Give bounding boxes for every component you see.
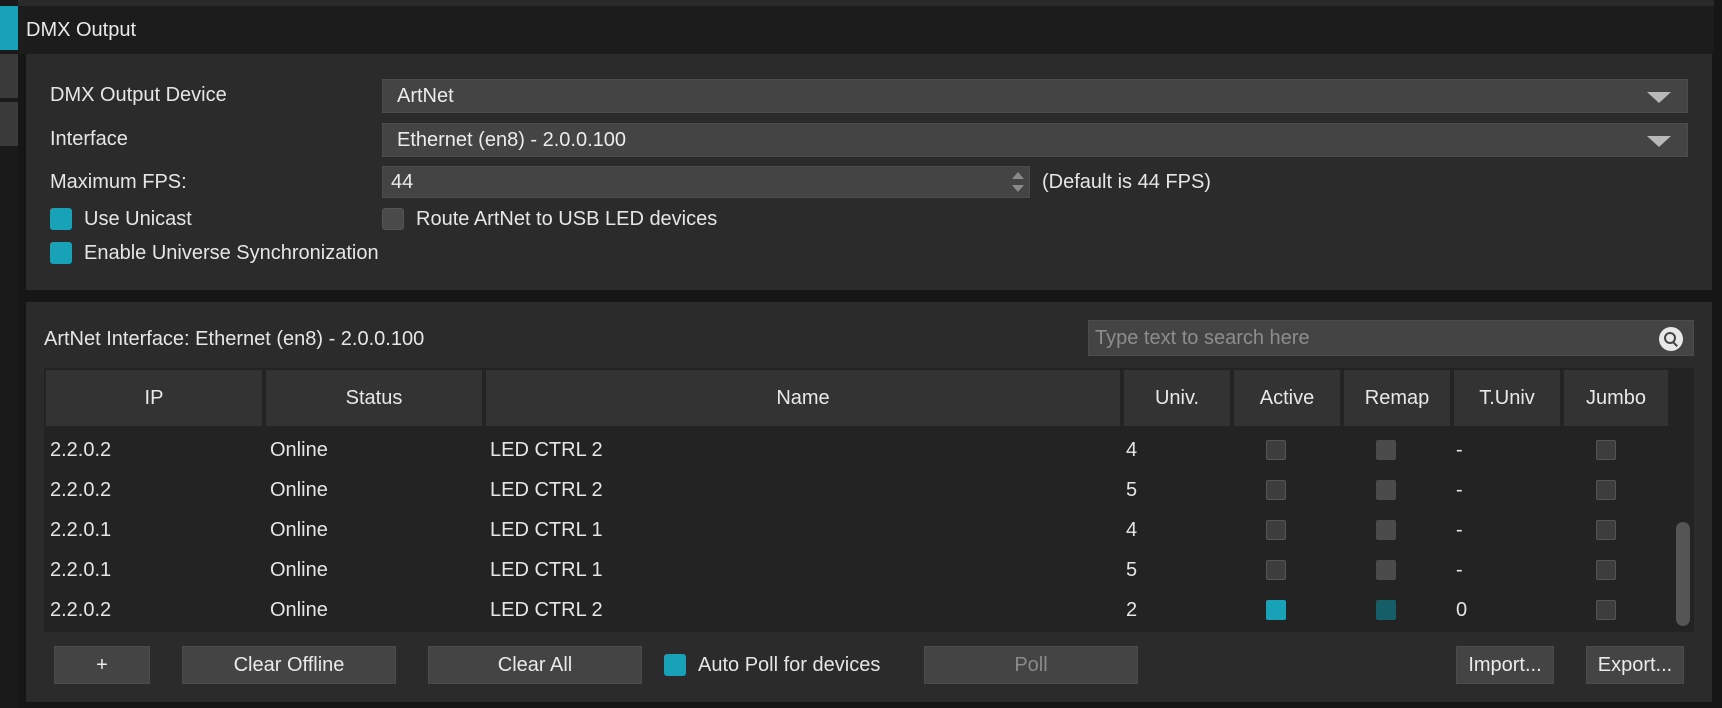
section-header[interactable]: DMX Output — [18, 6, 1714, 54]
device-value: ArtNet — [397, 84, 454, 107]
cell-status: Online — [270, 438, 328, 461]
column-header-tuniv[interactable]: T.Univ — [1454, 370, 1560, 426]
strip-tab-3[interactable] — [0, 102, 18, 148]
table-row[interactable]: 2.2.0.2 Online LED CTRL 2 2 0 — [44, 590, 1668, 630]
fps-label: Maximum FPS: — [50, 171, 187, 193]
cell-tuniv: - — [1456, 438, 1463, 461]
artnet-devices-table: IP Status Name Univ. Active Remap T.Univ… — [44, 368, 1694, 632]
strip-tab-2[interactable] — [0, 54, 18, 100]
cell-status: Online — [270, 558, 328, 581]
column-header-status[interactable]: Status — [266, 370, 482, 426]
cell-ip: 2.2.0.1 — [50, 558, 112, 581]
cell-ip: 2.2.0.2 — [50, 438, 112, 461]
cell-name: LED CTRL 1 — [490, 558, 603, 581]
chevron-down-icon — [1647, 92, 1671, 103]
route-usb-checkbox[interactable] — [382, 208, 404, 230]
cell-tuniv: - — [1456, 478, 1463, 501]
cell-univ: 5 — [1126, 478, 1138, 501]
clear-all-button[interactable]: Clear All — [428, 646, 642, 684]
cell-status: Online — [270, 518, 328, 541]
table-row[interactable]: 2.2.0.2 Online LED CTRL 2 5 - — [44, 470, 1668, 510]
use-unicast-label[interactable]: Use Unicast — [84, 208, 192, 231]
remap-checkbox[interactable] — [1376, 440, 1396, 460]
jumbo-checkbox[interactable] — [1596, 600, 1616, 620]
jumbo-checkbox[interactable] — [1596, 520, 1616, 540]
column-header-name[interactable]: Name — [486, 370, 1120, 426]
universe-sync-label[interactable]: Enable Universe Synchronization — [84, 242, 379, 265]
active-checkbox[interactable] — [1266, 520, 1286, 540]
column-header-remap[interactable]: Remap — [1344, 370, 1450, 426]
cell-name: LED CTRL 2 — [490, 438, 603, 461]
cell-ip: 2.2.0.2 — [50, 478, 112, 501]
jumbo-checkbox[interactable] — [1596, 560, 1616, 580]
cell-univ: 5 — [1126, 558, 1138, 581]
cell-univ: 2 — [1126, 598, 1138, 621]
spin-arrows-icon[interactable] — [1011, 170, 1025, 194]
fps-hint: (Default is 44 FPS) — [1042, 171, 1211, 193]
strip-tab-active[interactable] — [0, 6, 18, 52]
column-header-ip[interactable]: IP — [46, 370, 262, 426]
search-placeholder: Type text to search here — [1095, 326, 1310, 349]
auto-poll-label[interactable]: Auto Poll for devices — [698, 654, 880, 677]
remap-checkbox[interactable] — [1376, 520, 1396, 540]
cell-name: LED CTRL 1 — [490, 518, 603, 541]
table-row[interactable]: 2.2.0.1 Online LED CTRL 1 4 - — [44, 510, 1668, 550]
jumbo-checkbox[interactable] — [1596, 480, 1616, 500]
use-unicast-checkbox[interactable] — [50, 208, 72, 230]
column-header-jumbo[interactable]: Jumbo — [1564, 370, 1668, 426]
column-header-active[interactable]: Active — [1234, 370, 1340, 426]
universe-sync-checkbox[interactable] — [50, 242, 72, 264]
active-checkbox[interactable] — [1266, 480, 1286, 500]
cell-ip: 2.2.0.2 — [50, 598, 112, 621]
device-search-input[interactable]: Type text to search here — [1088, 320, 1694, 356]
spin-up-icon[interactable] — [1012, 172, 1024, 179]
jumbo-checkbox[interactable] — [1596, 440, 1616, 460]
artnet-interface-title: ArtNet Interface: Ethernet (en8) - 2.0.0… — [44, 328, 425, 350]
cell-name: LED CTRL 2 — [490, 478, 603, 501]
cell-univ: 4 — [1126, 438, 1138, 461]
import-button[interactable]: Import... — [1456, 646, 1554, 684]
route-usb-label[interactable]: Route ArtNet to USB LED devices — [416, 208, 717, 231]
export-button[interactable]: Export... — [1586, 646, 1684, 684]
table-scrollbar-thumb[interactable] — [1676, 522, 1690, 626]
table-header: IP Status Name Univ. Active Remap T.Univ… — [44, 368, 1668, 428]
device-dropdown[interactable]: ArtNet — [382, 79, 1688, 113]
search-icon[interactable] — [1659, 327, 1683, 351]
device-label: DMX Output Device — [50, 84, 227, 106]
cell-univ: 4 — [1126, 518, 1138, 541]
cell-tuniv: - — [1456, 558, 1463, 581]
cell-tuniv: - — [1456, 518, 1463, 541]
fps-value: 44 — [391, 170, 414, 193]
remap-checkbox[interactable] — [1376, 600, 1396, 620]
right-edge — [1714, 0, 1722, 708]
table-row[interactable]: 2.2.0.1 Online LED CTRL 1 5 - — [44, 550, 1668, 590]
cell-status: Online — [270, 598, 328, 621]
remap-checkbox[interactable] — [1376, 480, 1396, 500]
active-checkbox[interactable] — [1266, 600, 1286, 620]
active-checkbox[interactable] — [1266, 440, 1286, 460]
cell-name: LED CTRL 2 — [490, 598, 603, 621]
column-header-univ[interactable]: Univ. — [1124, 370, 1230, 426]
fps-spinbox[interactable]: 44 — [382, 166, 1030, 198]
table-row[interactable]: 2.2.0.2 Online LED CTRL 2 4 - — [44, 430, 1668, 470]
add-device-button[interactable]: + — [54, 646, 150, 684]
interface-label: Interface — [50, 128, 128, 150]
poll-button[interactable]: Poll — [924, 646, 1138, 684]
chevron-down-icon — [1647, 136, 1671, 147]
section-title: DMX Output — [26, 18, 137, 41]
spin-down-icon[interactable] — [1012, 185, 1024, 192]
dmx-output-window: DMX Output DMX Output Device ArtNet Inte… — [0, 0, 1722, 708]
remap-checkbox[interactable] — [1376, 560, 1396, 580]
auto-poll-checkbox[interactable] — [664, 654, 686, 676]
clear-offline-button[interactable]: Clear Offline — [182, 646, 396, 684]
interface-dropdown[interactable]: Ethernet (en8) - 2.0.0.100 — [382, 123, 1688, 157]
cell-status: Online — [270, 478, 328, 501]
interface-value: Ethernet (en8) - 2.0.0.100 — [397, 128, 627, 151]
cell-ip: 2.2.0.1 — [50, 518, 112, 541]
active-checkbox[interactable] — [1266, 560, 1286, 580]
cell-tuniv: 0 — [1456, 598, 1468, 621]
left-tab-strip — [0, 0, 18, 708]
